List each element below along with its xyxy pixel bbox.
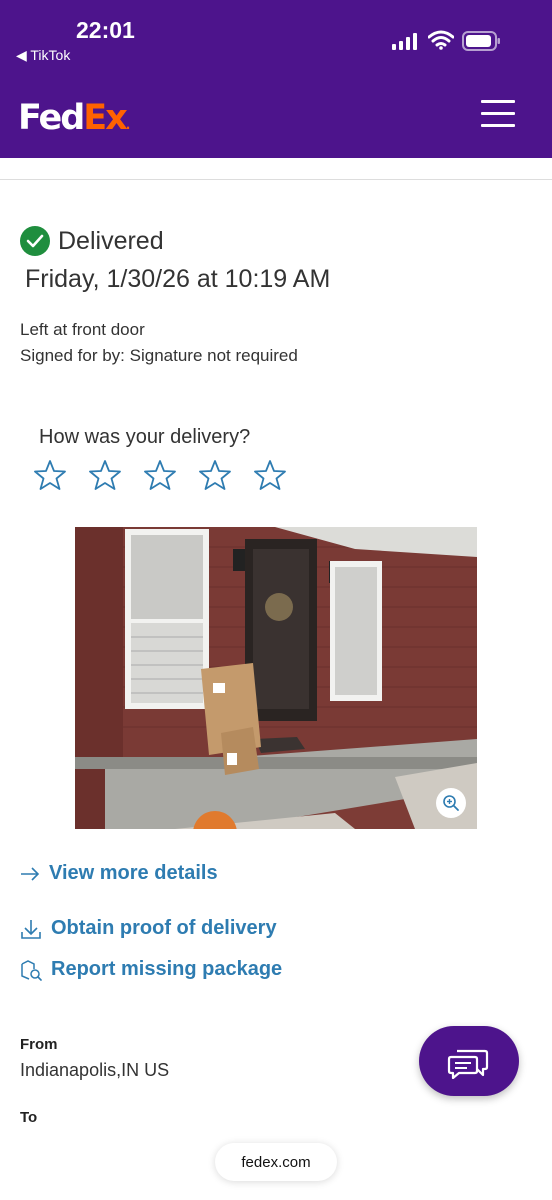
hamburger-menu-icon[interactable] [481, 100, 515, 130]
back-to-app-link[interactable]: ◀ TikTok [16, 47, 70, 64]
delivery-photo[interactable] [75, 527, 477, 829]
battery-icon [462, 31, 500, 51]
view-more-details-link[interactable]: View more details [20, 862, 218, 885]
from-address: Indianapolis,IN US [20, 1060, 170, 1080]
status-label: Delivered [58, 226, 164, 255]
report-missing-label: Report missing package [51, 958, 283, 980]
rating-question: How was your delivery? [39, 426, 251, 448]
arrow-right-icon [21, 866, 40, 881]
star-icon-4[interactable] [199, 459, 231, 491]
app-header: 22:01 ◀ TikTok FedEx. [0, 0, 552, 158]
to-label: To [20, 1109, 38, 1126]
delivery-date: Friday, 1/30/26 at 10:19 AM [25, 265, 331, 293]
status-time: 22:01 [76, 17, 135, 43]
signed-for-text: Signed for by: Signature not required [20, 346, 298, 365]
from-label: From [20, 1036, 58, 1053]
obtain-proof-label: Obtain proof of delivery [51, 917, 277, 939]
star-icon-1[interactable] [34, 459, 66, 491]
browser-url-pill[interactable]: fedex.com [215, 1143, 337, 1181]
download-icon [21, 919, 41, 939]
fedex-logo[interactable]: FedEx. [18, 98, 130, 145]
delivery-status: Delivered [20, 226, 164, 256]
star-rating [34, 459, 286, 491]
check-circle-icon [20, 226, 50, 256]
star-icon-5[interactable] [254, 459, 286, 491]
star-icon-3[interactable] [144, 459, 176, 491]
view-more-details-label: View more details [49, 862, 218, 884]
zoom-in-icon[interactable] [436, 788, 466, 818]
divider [0, 179, 552, 180]
wifi-icon [428, 30, 454, 50]
cellular-signal-icon [392, 32, 417, 50]
chat-bubbles-icon [447, 1049, 489, 1079]
chat-button[interactable] [419, 1026, 519, 1096]
obtain-proof-link[interactable]: Obtain proof of delivery [20, 917, 277, 940]
star-icon-2[interactable] [89, 459, 121, 491]
package-search-icon [21, 959, 42, 981]
report-missing-link[interactable]: Report missing package [20, 958, 282, 981]
delivery-location-note: Left at front door [20, 320, 145, 339]
